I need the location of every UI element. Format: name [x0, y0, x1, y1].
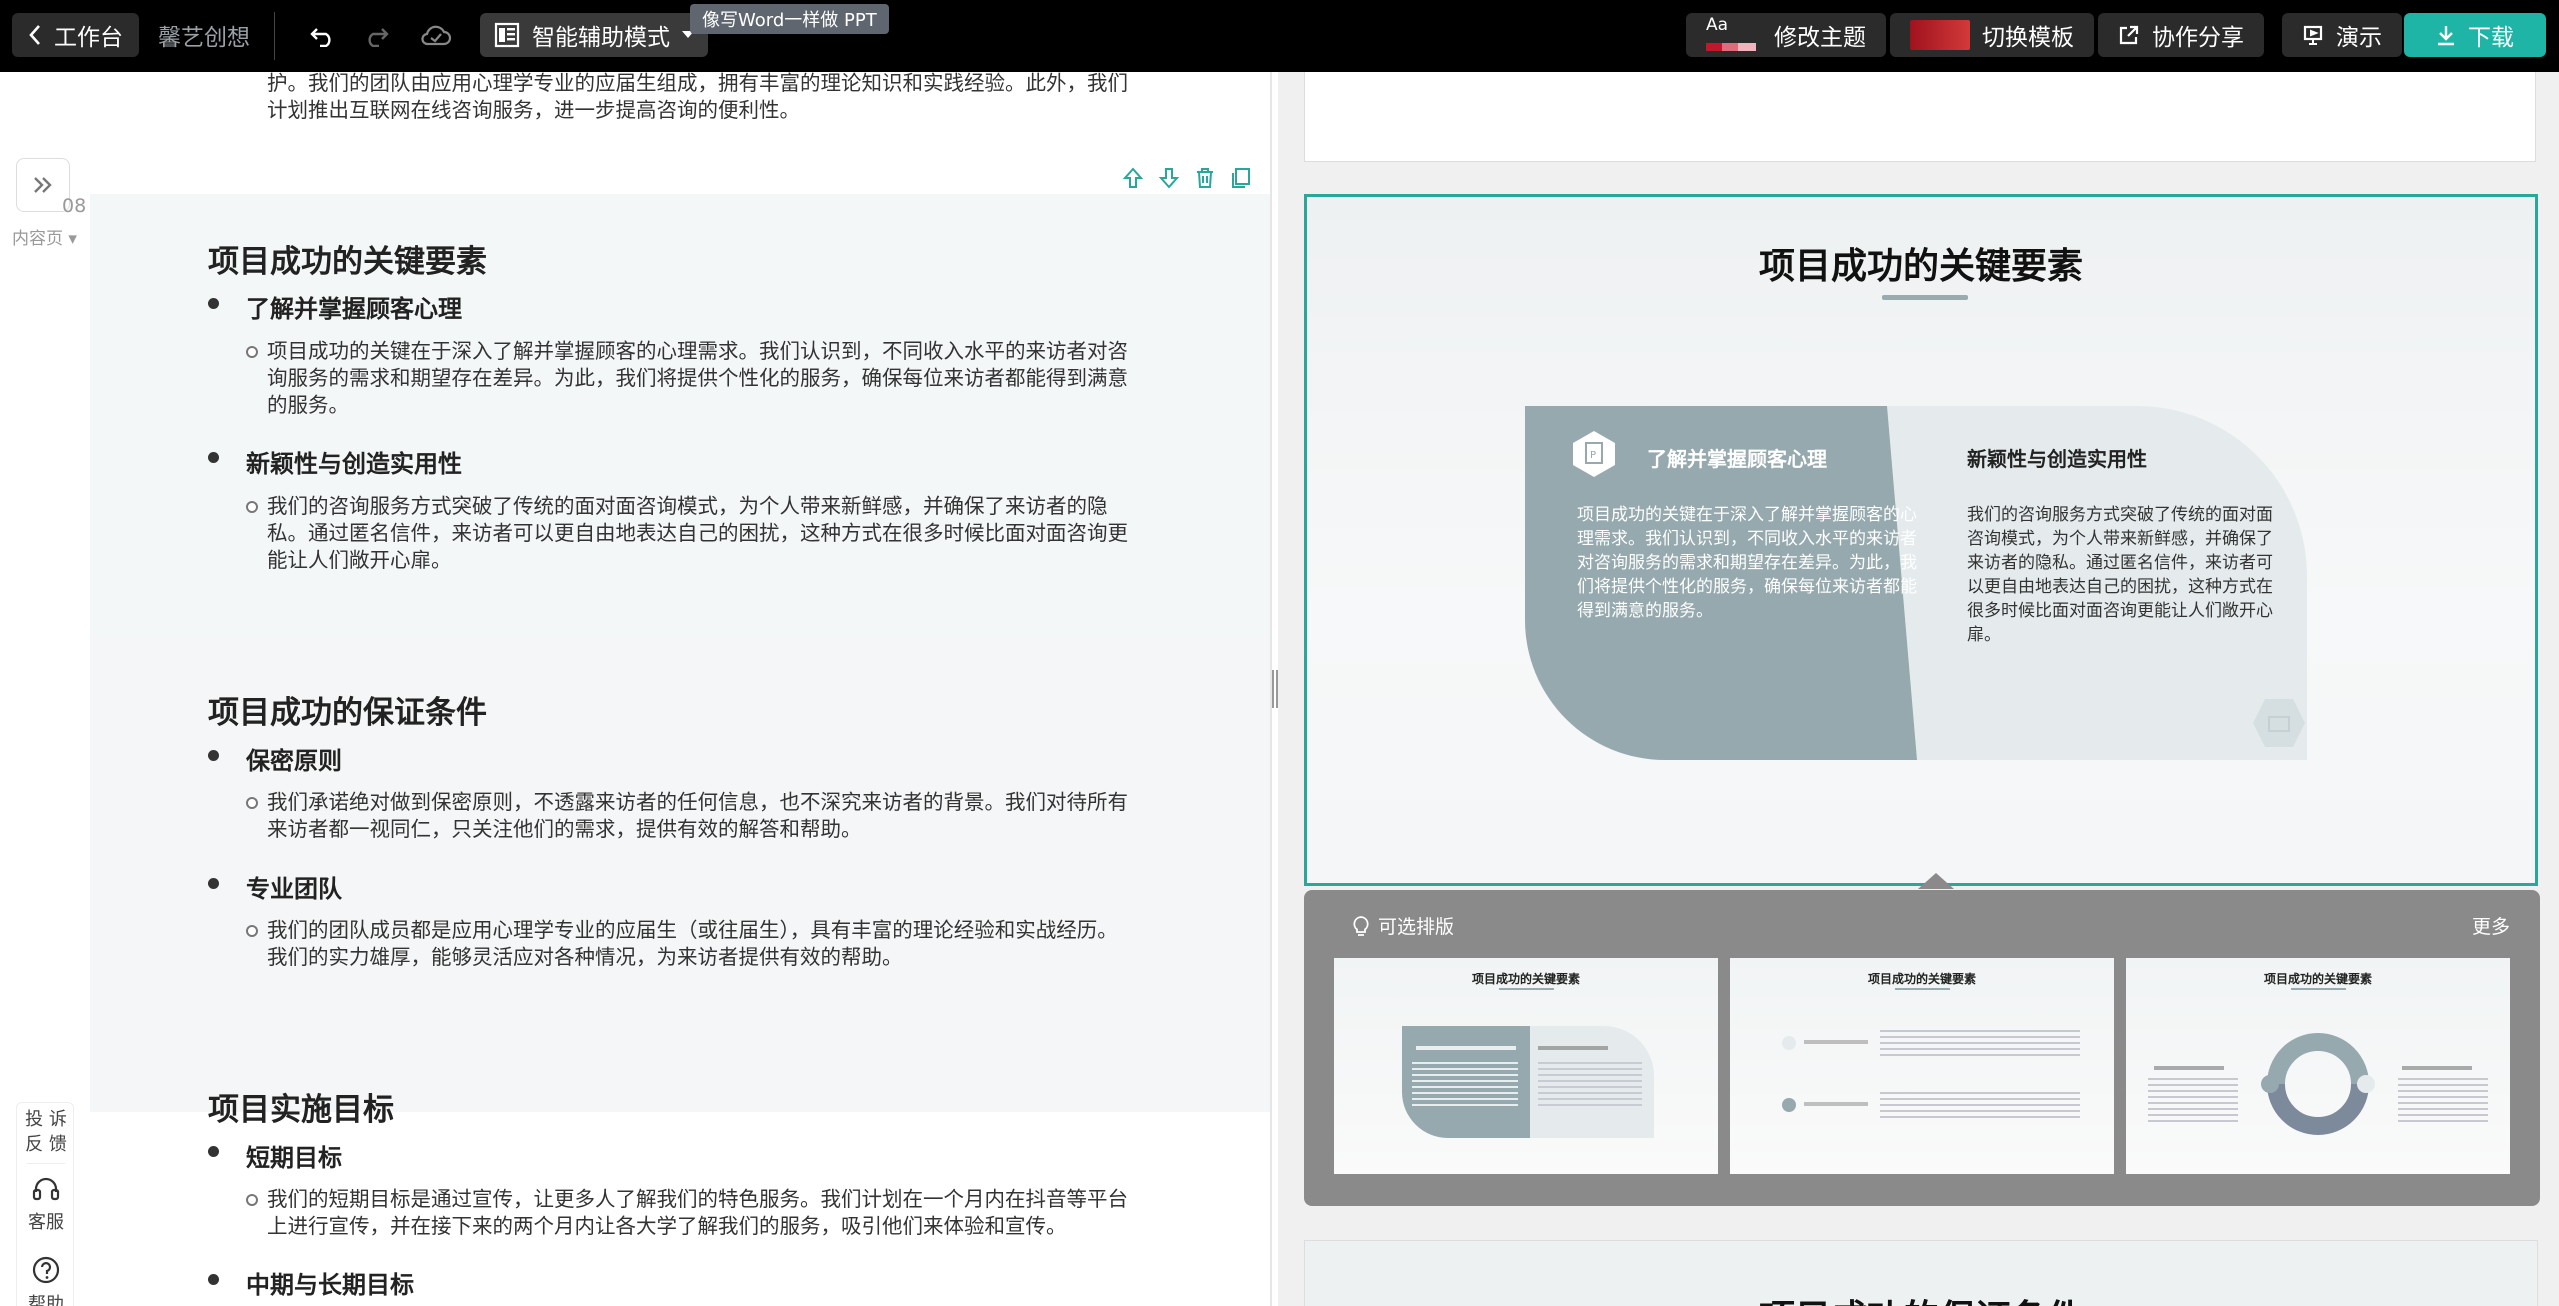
chevron-left-icon — [29, 25, 40, 45]
layout-options-title: 可选排版 — [1352, 912, 1454, 939]
mode-label: 智能辅助模式 — [532, 25, 670, 51]
item-heading[interactable]: 中期与长期目标 — [246, 1265, 414, 1300]
template-label: 切换模板 — [1982, 25, 2074, 51]
right-card-heading: 新颖性与创造实用性 — [1967, 449, 2147, 471]
next-slide-title: 项目成功的保证条件 — [1305, 1289, 2537, 1306]
duplicate-icon[interactable] — [1227, 164, 1255, 192]
download-label: 下载 — [2468, 25, 2514, 51]
decorative-hex-icon — [2251, 697, 2307, 753]
layout-icon — [494, 22, 520, 48]
page-number: 08 — [62, 195, 87, 217]
toolbar-divider — [274, 12, 275, 60]
download-icon — [2438, 26, 2454, 46]
item-heading[interactable]: 新颖性与创造实用性 — [246, 444, 462, 479]
svg-text:P: P — [1590, 450, 1596, 461]
item-text[interactable]: 我们的短期目标是通过宣传，让更多人了解我们的特色服务。我们计划在一个月内在抖音等… — [267, 1186, 1133, 1240]
more-layouts-link[interactable]: 更多 — [2472, 912, 2510, 939]
current-slide[interactable]: 项目成功的关键要素 P 了解并掌握顾客心理 项目成功的关键在于深入了解并掌握顾客… — [1304, 194, 2538, 886]
bullet-dot — [208, 452, 219, 463]
section-title[interactable]: 项目实施目标 — [208, 1084, 394, 1129]
layout-thumbnail-3[interactable]: 项目成功的关键要素 — [2126, 958, 2510, 1174]
lightbulb-icon — [1353, 915, 1369, 936]
sub-bullet-ring — [246, 797, 258, 809]
sub-bullet-ring — [246, 346, 258, 358]
download-button[interactable]: 下载 — [2404, 13, 2546, 57]
bullet-dot — [208, 1274, 219, 1285]
back-to-workbench-button[interactable]: 工作台 — [12, 13, 139, 57]
collaborate-share-button[interactable]: 协作分享 — [2098, 13, 2264, 57]
move-down-icon[interactable] — [1155, 164, 1183, 192]
assist-mode-dropdown[interactable]: 智能辅助模式 — [480, 13, 708, 57]
left-card-heading: 了解并掌握顾客心理 — [1647, 449, 1827, 471]
item-text[interactable]: 我们承诺绝对做到保密原则，不透露来访者的任何信息，也不深究来访者的背景。我们对待… — [267, 789, 1133, 843]
layout-thumbnail-1[interactable]: 项目成功的关键要素 — [1334, 958, 1718, 1174]
sub-bullet-ring — [246, 1194, 258, 1206]
slide-title: 项目成功的关键要素 — [1758, 245, 2083, 287]
right-card-text: 我们的咨询服务方式突破了传统的面对面咨询模式，为个人带来新鲜感，并确保了来访者的… — [1967, 505, 2273, 644]
layout-panel-pointer — [1918, 873, 1954, 889]
bullet-dot — [208, 1146, 219, 1157]
share-icon — [2119, 25, 2139, 45]
cycle-arrows-icon — [2261, 1033, 2375, 1135]
item-text[interactable]: 项目成功的关键在于深入了解并掌握顾客的心理需求。我们认识到，不同收入水平的来访者… — [267, 338, 1133, 419]
change-theme-button[interactable]: Aa 修改主题 — [1686, 13, 1886, 57]
undo-icon[interactable] — [305, 18, 341, 54]
help-button[interactable]: 帮助 — [17, 1255, 75, 1306]
present-button[interactable]: 演示 — [2282, 13, 2402, 57]
delete-icon[interactable] — [1191, 164, 1219, 192]
customer-service-button[interactable]: 客服 — [17, 1175, 75, 1235]
layout-options-panel: 可选排版 更多 项目成功的关键要素 项目成功的关键要素 项目成功的关键要素 — [1304, 890, 2540, 1206]
item-heading[interactable]: 专业团队 — [246, 869, 342, 904]
theme-label: 修改主题 — [1774, 25, 1866, 51]
presentation-icon — [2303, 25, 2323, 45]
cloud-save-icon[interactable] — [418, 18, 454, 54]
headset-icon — [32, 1177, 60, 1201]
help-icon — [32, 1256, 60, 1284]
switch-template-button[interactable]: 切换模板 — [1890, 13, 2094, 57]
item-text[interactable]: 我们的咨询服务方式突破了传统的面对面咨询模式，为个人带来新鲜感，并确保了来访者的… — [267, 493, 1133, 574]
item-heading[interactable]: 了解并掌握顾客心理 — [246, 289, 462, 324]
brand-name: 馨艺创想 — [158, 25, 250, 51]
item-heading[interactable]: 短期目标 — [246, 1138, 342, 1173]
next-slide[interactable]: 项目成功的保证条件 — [1304, 1240, 2538, 1306]
move-up-icon[interactable] — [1119, 164, 1147, 192]
mode-tooltip: 像写Word一样做 PPT — [690, 4, 889, 34]
page-type-dropdown[interactable]: 内容页 ▾ — [12, 224, 77, 249]
slide-preview-pane: 项目成功的关键要素 P 了解并掌握顾客心理 项目成功的关键在于深入了解并掌握顾客… — [1278, 72, 2559, 1306]
share-label: 协作分享 — [2152, 25, 2244, 51]
sub-bullet-ring — [246, 925, 258, 937]
bullet-dot — [208, 878, 219, 889]
template-thumbnail-icon — [1910, 20, 1970, 50]
file-badge-icon: P — [1569, 429, 1619, 479]
theme-icon: Aa — [1706, 15, 1762, 51]
previous-section-paragraph[interactable]: 护。我们的团队由应用心理学专业的应届生组成，拥有丰富的理论知识和实践经验。此外，… — [267, 72, 1133, 124]
item-text[interactable]: 我们的团队成员都是应用心理学专业的应届生（或往届生），具有丰富的理论经验和实战经… — [267, 917, 1133, 971]
present-label: 演示 — [2336, 25, 2382, 51]
caret-down-icon: ▾ — [68, 229, 77, 249]
back-label: 工作台 — [54, 25, 123, 51]
sub-bullet-ring — [246, 501, 258, 513]
outline-editor: 护。我们的团队由应用心理学专业的应届生组成，拥有丰富的理论知识和实践经验。此外，… — [0, 72, 1270, 1306]
title-underline — [1882, 295, 1968, 300]
previous-slide[interactable] — [1304, 72, 2536, 162]
double-chevron-right-icon — [34, 177, 52, 193]
top-toolbar: 工作台 馨艺创想 智能辅助模式 像写Word一样做 PPT Aa 修改主题 切换… — [0, 0, 2559, 72]
redo-icon[interactable] — [358, 18, 394, 54]
section-title[interactable]: 项目成功的保证条件 — [208, 687, 487, 732]
bullet-dot — [208, 298, 219, 309]
layout-thumbnail-2[interactable]: 项目成功的关键要素 — [1730, 958, 2114, 1174]
support-side-panel: 投 诉 反 馈 客服 帮助 — [16, 1102, 74, 1306]
complain-feedback-button[interactable]: 投 诉 反 馈 — [17, 1107, 75, 1157]
left-card-text: 项目成功的关键在于深入了解并掌握顾客的心理需求。我们认识到，不同收入水平的来访者… — [1577, 505, 1917, 620]
bullet-dot — [208, 750, 219, 761]
section-title[interactable]: 项目成功的关键要素 — [208, 236, 487, 281]
item-heading[interactable]: 保密原则 — [246, 741, 342, 776]
